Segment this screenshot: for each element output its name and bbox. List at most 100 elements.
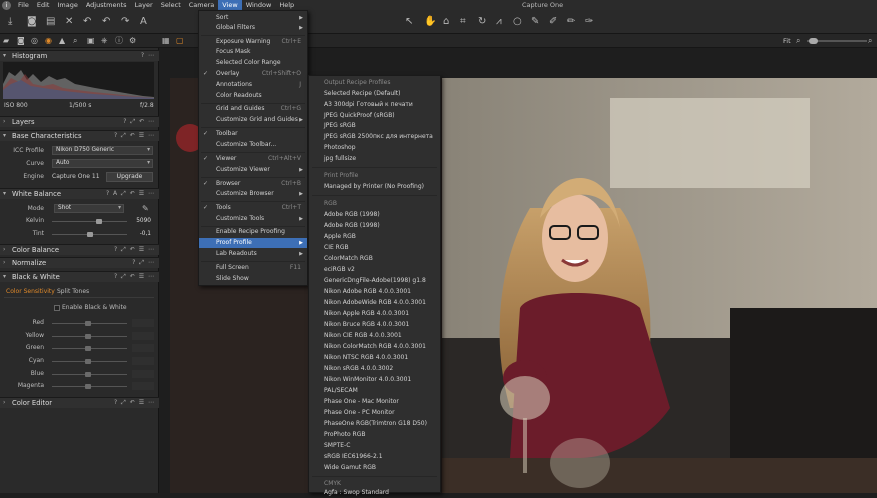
menu-item-toolbar[interactable]: ✓ Toolbar: [199, 129, 307, 139]
metadata-tab-icon[interactable]: ⓘ: [115, 36, 123, 46]
profile-item[interactable]: Adobe RGB (1998): [309, 209, 440, 220]
panel-tools-icons[interactable]: ? ⤢ ↶ ☰ ⋯: [114, 131, 155, 141]
panel-header-black-white[interactable]: ▾ Black & White ? ⤢ ↶ ☰ ⋯: [0, 271, 159, 282]
slider-knob[interactable]: [85, 321, 91, 326]
menu-adjustments[interactable]: Adjustments: [82, 0, 131, 10]
panel-tools-icons[interactable]: ? ⤢ ↶ ⋯: [123, 117, 155, 127]
slider-value[interactable]: [132, 382, 154, 390]
slider-value[interactable]: [132, 332, 154, 340]
profile-item[interactable]: Nikon Apple RGB 4.0.0.3001: [309, 308, 440, 319]
profile-item[interactable]: Phase One - Mac Monitor: [309, 396, 440, 407]
expand-icon[interactable]: ›: [3, 398, 5, 408]
menu-item-full-screen[interactable]: Full Screen F11: [199, 263, 307, 273]
menu-item-lab-readouts[interactable]: Lab Readouts ▶: [199, 249, 307, 259]
exposure-tab-icon[interactable]: ▲: [59, 36, 65, 46]
panel-help-more-icons[interactable]: ? ⋯: [141, 51, 155, 61]
menu-item-annotations[interactable]: Annotations J: [199, 80, 307, 90]
menu-item-customize-grid[interactable]: Customize Grid and Guides ▶: [199, 115, 307, 125]
menu-item-browser[interactable]: ✓ Browser Ctrl+B: [199, 179, 307, 189]
details-tab-icon[interactable]: ⌕: [73, 36, 77, 46]
slider-knob[interactable]: [85, 334, 91, 339]
local-adj-tab-icon[interactable]: ▣: [87, 36, 95, 46]
menu-item-viewer[interactable]: ✓ Viewer Ctrl+Alt+V: [199, 154, 307, 164]
upgrade-button[interactable]: Upgrade: [106, 172, 153, 182]
menu-layer[interactable]: Layer: [131, 0, 157, 10]
panel-tools-icons[interactable]: ? ⤢ ↶ ☰ ⋯: [114, 398, 155, 408]
capture-tab-icon[interactable]: ◙: [17, 36, 25, 46]
profile-item[interactable]: PhaseOne RGB(Trimtron G18 D50): [309, 418, 440, 429]
collapse-icon[interactable]: ▾: [3, 51, 6, 61]
text-tool-icon[interactable]: A: [140, 17, 147, 27]
profile-item[interactable]: Selected Recipe (Default): [309, 88, 440, 99]
menu-file[interactable]: File: [14, 0, 33, 10]
picker-icon[interactable]: ✎: [531, 17, 539, 27]
slider-knob[interactable]: [85, 359, 91, 364]
menu-select[interactable]: Select: [157, 0, 185, 10]
profile-item[interactable]: Nikon Bruce RGB 4.0.0.3001: [309, 319, 440, 330]
zoom-slider-knob[interactable]: [809, 38, 818, 44]
profile-item[interactable]: Nikon CIE RGB 4.0.0.3001: [309, 330, 440, 341]
slider-value[interactable]: [132, 357, 154, 365]
icc-profile-select[interactable]: Nikon D750 Generic: [52, 146, 153, 155]
slider-knob[interactable]: [85, 346, 91, 351]
menu-item-exposure-warning[interactable]: Exposure Warning Ctrl+E: [199, 37, 307, 47]
profile-item[interactable]: Nikon WinMonitor 4.0.0.3001: [309, 374, 440, 385]
profile-item[interactable]: Phase One - PC Monitor: [309, 407, 440, 418]
kelvin-slider-knob[interactable]: [95, 219, 102, 224]
profile-item[interactable]: GenericDngFile-Adobe(1998) g1.8: [309, 275, 440, 286]
profile-item[interactable]: sRGB IEC61966-2.1: [309, 451, 440, 462]
menu-item-focus-mask[interactable]: Focus Mask: [199, 47, 307, 57]
kelvin-slider[interactable]: [52, 221, 127, 222]
library-icon[interactable]: ▰: [3, 36, 9, 46]
loupe-icon[interactable]: ⌂: [443, 17, 449, 27]
panel-header-color-editor[interactable]: › Color Editor ? ⤢ ↶ ☰ ⋯: [0, 397, 159, 408]
slider-value[interactable]: [132, 344, 154, 352]
menu-item-customize-toolbar[interactable]: Customize Toolbar...: [199, 140, 307, 150]
collapse-icon[interactable]: ▾: [3, 272, 6, 282]
output-tab-icon[interactable]: ⚙: [129, 36, 136, 46]
menu-edit[interactable]: Edit: [33, 0, 54, 10]
profile-item[interactable]: Nikon Adobe RGB 4.0.0.3001: [309, 286, 440, 297]
tint-value[interactable]: -0,1: [131, 230, 153, 238]
profile-item[interactable]: PAL/SECAM: [309, 385, 440, 396]
wb-mode-select[interactable]: Shot: [54, 204, 124, 213]
menu-window[interactable]: Window: [242, 0, 276, 10]
profile-item[interactable]: Photoshop: [309, 142, 440, 153]
redo-icon[interactable]: ↷: [121, 17, 129, 27]
menu-view[interactable]: View: [218, 0, 242, 10]
export-icon[interactable]: ▤: [46, 17, 55, 27]
collapse-icon[interactable]: ▾: [3, 189, 6, 199]
profile-item[interactable]: Nikon ColorMatch RGB 4.0.0.3001: [309, 341, 440, 352]
collapse-icon[interactable]: ▾: [3, 131, 6, 141]
kelvin-value[interactable]: 5090: [131, 217, 153, 225]
profile-item[interactable]: eciRGB v2: [309, 264, 440, 275]
profile-item[interactable]: Nikon AdobeWide RGB 4.0.0.3001: [309, 297, 440, 308]
enable-bw-checkbox[interactable]: [54, 305, 60, 311]
profile-item[interactable]: JPEG sRGB 2500пкс для интернета: [309, 131, 440, 142]
profile-item[interactable]: jpg fullsize: [309, 153, 440, 164]
menu-item-color-readouts[interactable]: Color Readouts: [199, 91, 307, 101]
adjustments-tab-icon[interactable]: ⎈: [101, 36, 107, 46]
menu-item-overlay[interactable]: ✓ Overlay Ctrl+Shift+O: [199, 69, 307, 79]
profile-item[interactable]: JPEG sRGB: [309, 120, 440, 131]
rotate-icon[interactable]: ↻: [478, 17, 486, 27]
single-view-icon[interactable]: ▢: [176, 36, 184, 46]
profile-item[interactable]: Adobe RGB (1998): [309, 220, 440, 231]
menu-item-global-filters[interactable]: Global Filters ▶: [199, 23, 307, 33]
profile-item[interactable]: Managed by Printer (No Proofing): [309, 181, 440, 192]
zoom-in-icon[interactable]: ⌕: [868, 36, 872, 46]
curve-select[interactable]: Auto: [52, 159, 153, 168]
import-icon[interactable]: ⤓: [8, 17, 12, 27]
panel-header-white-balance[interactable]: ▾ White Balance ? A ⤢ ↶ ☰ ⋯: [0, 188, 159, 199]
panel-header-color-balance[interactable]: › Color Balance ? ⤢ ↶ ☰ ⋯: [0, 244, 159, 255]
lens-tab-icon[interactable]: ◎: [31, 36, 38, 46]
profile-item[interactable]: CIE RGB: [309, 242, 440, 253]
delete-icon[interactable]: ✕: [65, 17, 73, 27]
menu-camera[interactable]: Camera: [185, 0, 219, 10]
gradient-icon[interactable]: ✏: [567, 17, 575, 27]
panel-tools-icons[interactable]: ? ⤢ ⋯: [132, 258, 155, 268]
panel-header-base-characteristics[interactable]: ▾ Base Characteristics ? ⤢ ↶ ☰ ⋯: [0, 130, 159, 141]
menu-item-tools[interactable]: ✓ Tools Ctrl+T: [199, 203, 307, 213]
undo-icon[interactable]: ↶: [83, 17, 91, 27]
menu-help[interactable]: Help: [275, 0, 298, 10]
